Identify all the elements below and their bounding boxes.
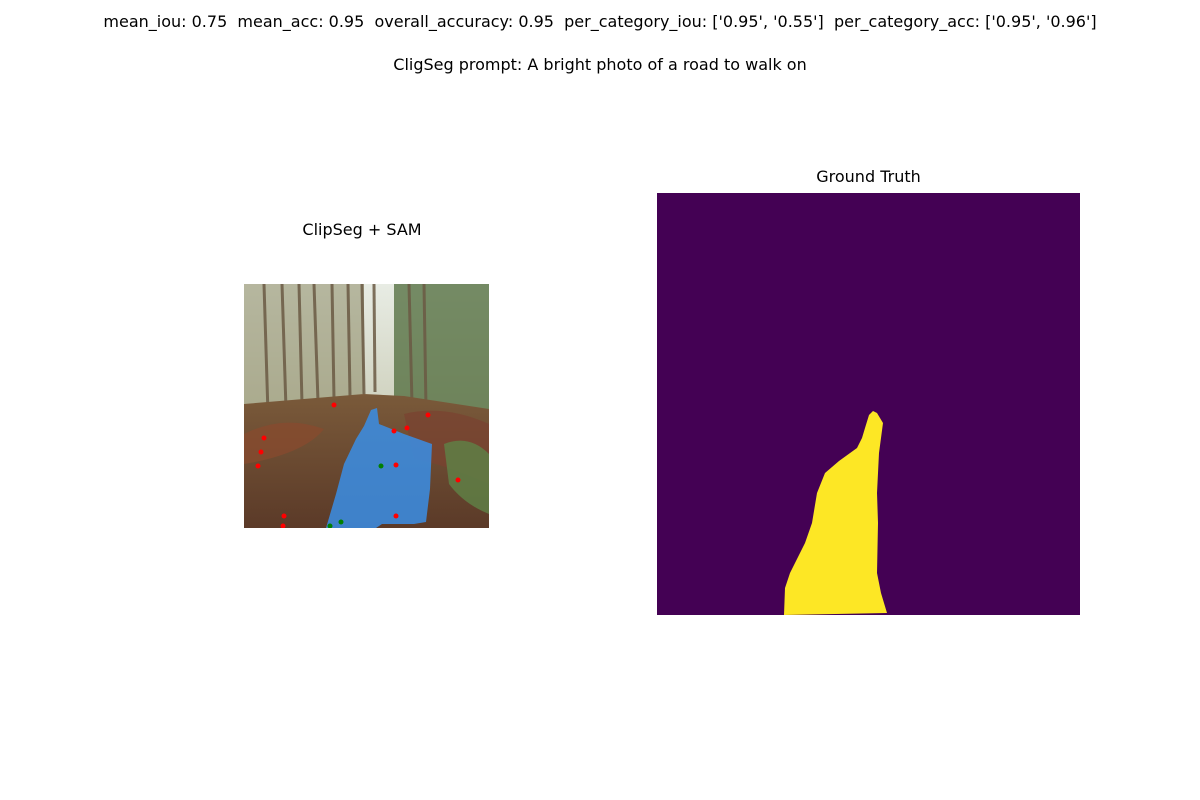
negative-point xyxy=(404,425,410,431)
negative-point xyxy=(331,402,337,408)
metrics-summary: mean_iou: 0.75 mean_acc: 0.95 overall_ac… xyxy=(103,12,1097,31)
negative-point xyxy=(258,449,264,455)
ground-truth-image xyxy=(657,193,1080,615)
ground-truth-mask xyxy=(657,193,1080,615)
negative-point xyxy=(261,435,267,441)
forest-path-photo xyxy=(244,284,489,528)
positive-point xyxy=(378,463,384,469)
negative-point xyxy=(255,463,261,469)
positive-point xyxy=(338,519,344,525)
clipseg-sam-panel-title: ClipSeg + SAM xyxy=(302,220,422,239)
negative-point xyxy=(425,412,431,418)
negative-point xyxy=(281,513,287,519)
negative-point xyxy=(455,477,461,483)
ground-truth-panel-title: Ground Truth xyxy=(816,167,921,186)
prompt-caption: CligSeg prompt: A bright photo of a road… xyxy=(393,55,807,74)
clipseg-sam-prediction-image xyxy=(244,284,489,528)
negative-point xyxy=(393,462,399,468)
negative-point xyxy=(391,428,397,434)
negative-point xyxy=(393,513,399,519)
